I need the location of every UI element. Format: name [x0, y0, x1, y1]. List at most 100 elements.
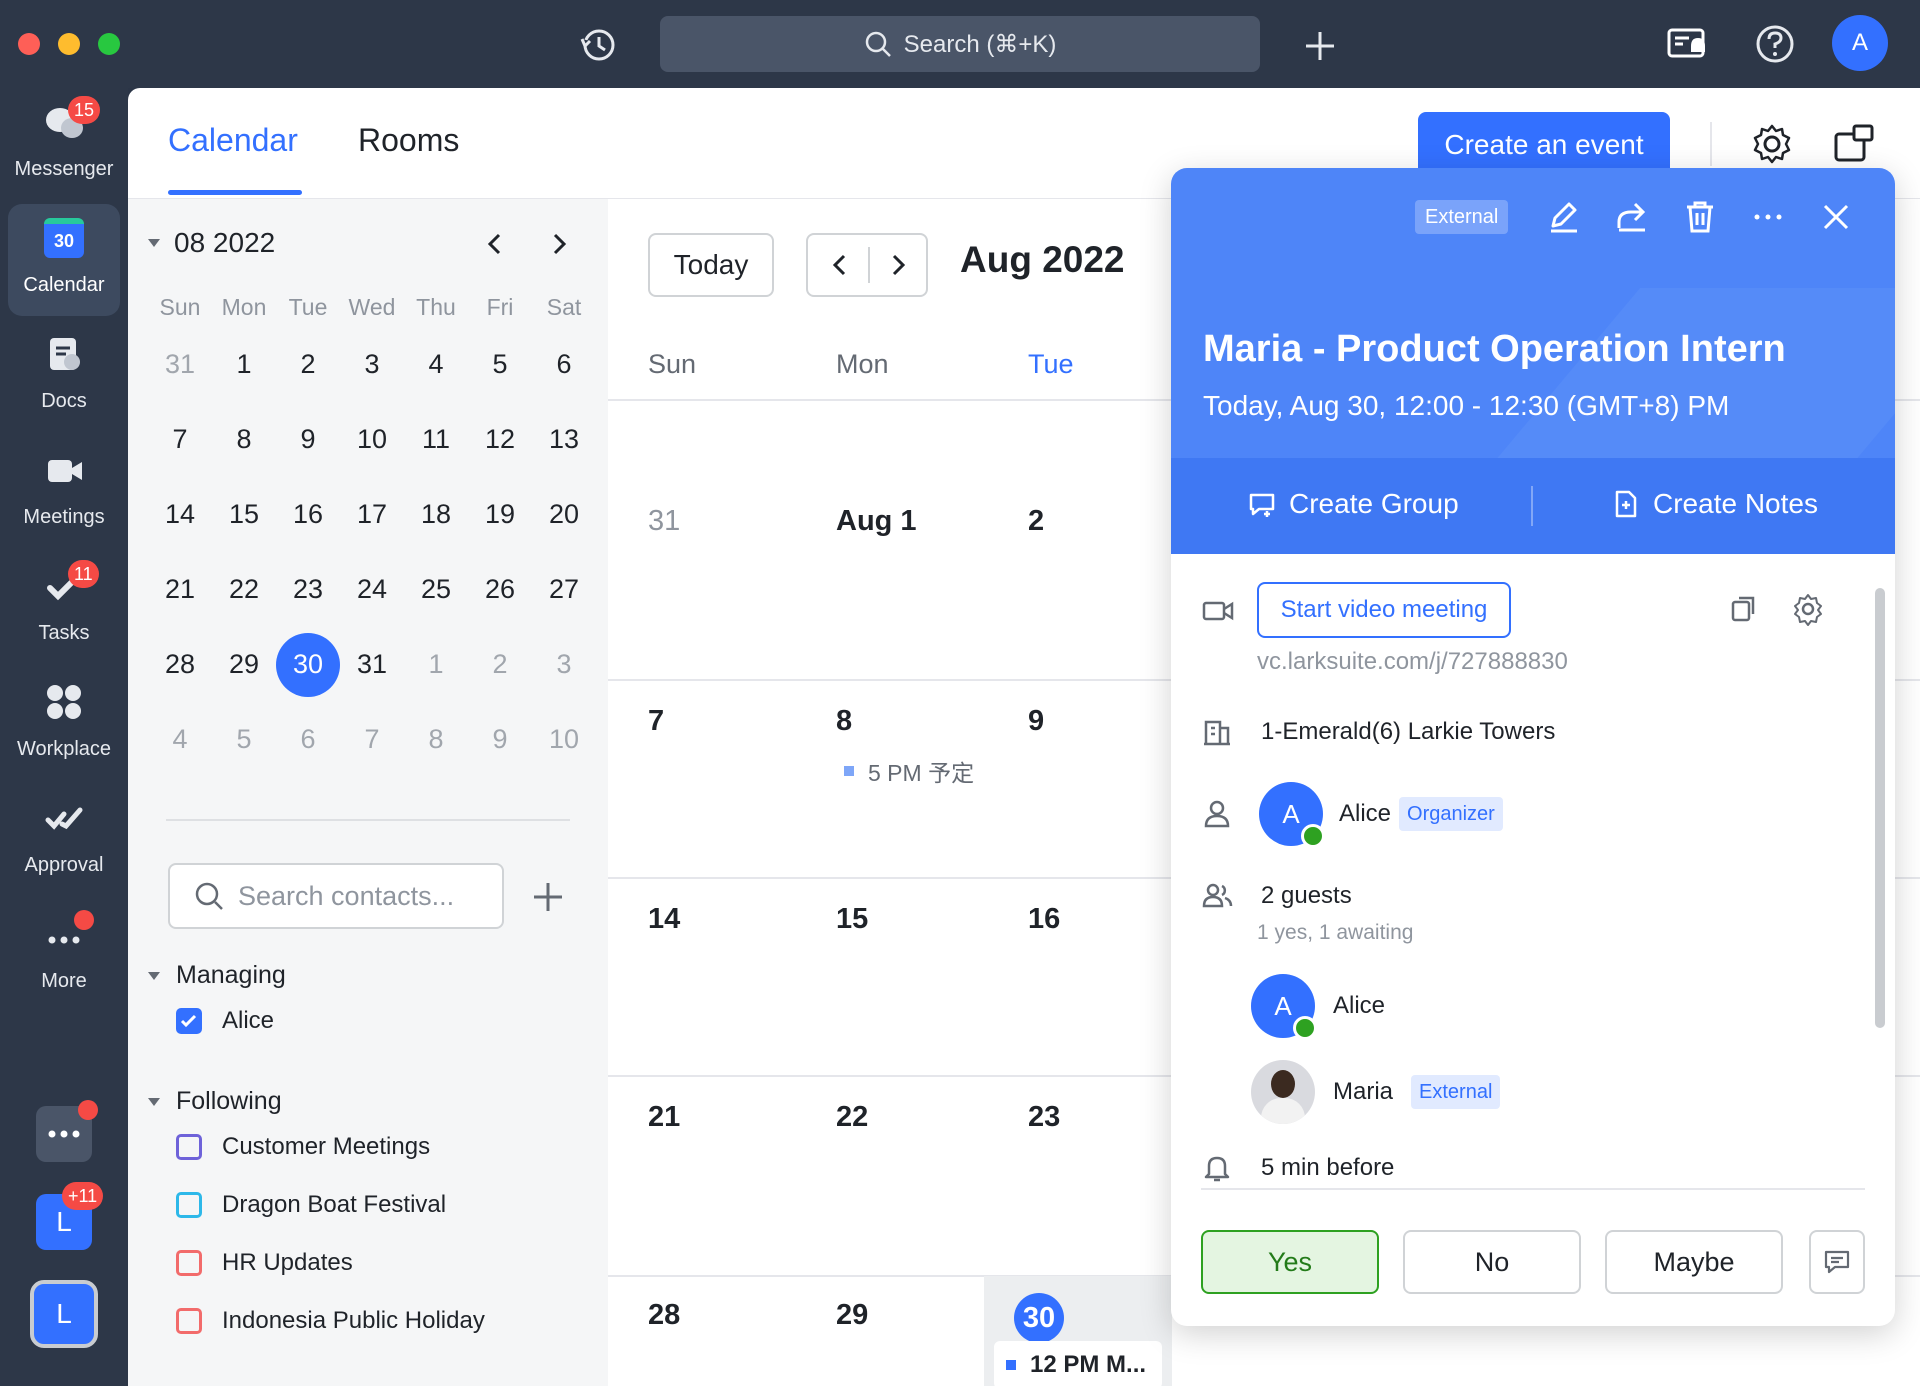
mini-day[interactable]: 20	[532, 483, 596, 547]
day-cell-number[interactable]: 7	[648, 705, 664, 738]
more-options-icon[interactable]	[1749, 198, 1787, 236]
create-group-button[interactable]: Create Group	[1247, 488, 1459, 520]
share-icon[interactable]	[1613, 198, 1651, 236]
copy-icon[interactable]	[1727, 592, 1761, 626]
day-cell-number[interactable]: 22	[836, 1101, 868, 1134]
mini-day[interactable]: 15	[212, 483, 276, 547]
chevron-right-icon[interactable]	[882, 249, 914, 281]
create-notes-button[interactable]: Create Notes	[1611, 488, 1818, 520]
rsvp-no-button[interactable]: No	[1403, 1230, 1581, 1294]
day-cell-number[interactable]: 21	[648, 1101, 680, 1134]
day-cell-number[interactable]: 16	[1028, 903, 1060, 936]
day-cell-number[interactable]: 8	[836, 705, 852, 738]
guest-item[interactable]: Maria External	[1251, 1060, 1501, 1124]
plus-icon[interactable]	[1300, 26, 1340, 66]
chevron-right-icon[interactable]	[542, 227, 576, 261]
checkbox-checked[interactable]	[176, 1008, 202, 1034]
calendar-item-alice[interactable]: Alice	[176, 1007, 274, 1035]
mini-day[interactable]: 22	[212, 558, 276, 622]
mini-day[interactable]: 4	[148, 708, 212, 772]
mini-day[interactable]: 31	[340, 633, 404, 697]
popup-scrollbar[interactable]	[1875, 588, 1885, 1028]
checkbox-unchecked[interactable]	[176, 1250, 202, 1276]
mini-day[interactable]: 13	[532, 408, 596, 472]
checkbox-unchecked[interactable]	[176, 1192, 202, 1218]
checkbox-unchecked[interactable]	[176, 1308, 202, 1334]
search-bar[interactable]: Search (⌘+K)	[660, 16, 1260, 72]
calendar-item-customer-meetings[interactable]: Customer Meetings	[176, 1133, 430, 1161]
start-video-meeting-button[interactable]: Start video meeting	[1257, 582, 1511, 638]
mini-day[interactable]: 28	[148, 633, 212, 697]
nav-tasks[interactable]: 11 Tasks	[8, 552, 120, 664]
mini-day[interactable]: 18	[404, 483, 468, 547]
mini-day[interactable]: 12	[468, 408, 532, 472]
nav-workplace[interactable]: Workplace	[8, 668, 120, 780]
day-cell-number[interactable]: 28	[648, 1299, 680, 1332]
calendar-item-hr-updates[interactable]: HR Updates	[176, 1249, 353, 1277]
trash-icon[interactable]	[1681, 198, 1719, 236]
mini-day[interactable]: 6	[276, 708, 340, 772]
settings-gear-icon[interactable]	[1750, 122, 1794, 166]
day-cell-today[interactable]: 30	[1014, 1293, 1064, 1343]
mini-day[interactable]: 7	[340, 708, 404, 772]
mini-day[interactable]: 21	[148, 558, 212, 622]
notification-icon[interactable]	[1665, 22, 1709, 66]
managing-section-toggle[interactable]: Managing	[146, 961, 286, 990]
day-cell-number[interactable]: 14	[648, 903, 680, 936]
mini-calendar-title[interactable]: 08 2022	[146, 227, 275, 259]
nav-approval[interactable]: Approval	[8, 784, 120, 896]
mini-day[interactable]: 6	[532, 333, 596, 397]
mini-day[interactable]: 2	[276, 333, 340, 397]
tab-calendar[interactable]: Calendar	[168, 122, 298, 159]
tab-rooms[interactable]: Rooms	[358, 122, 459, 159]
day-cell-number[interactable]: 15	[836, 903, 868, 936]
current-workspace[interactable]: L	[30, 1280, 98, 1348]
mini-day[interactable]: 25	[404, 558, 468, 622]
checkbox-unchecked[interactable]	[176, 1134, 202, 1160]
edit-pencil-icon[interactable]	[1545, 198, 1583, 236]
chevron-left-icon[interactable]	[478, 227, 512, 261]
day-cell-number[interactable]: 31	[648, 505, 680, 538]
close-icon[interactable]	[1817, 198, 1855, 236]
event-aug30[interactable]: 12 PM M...	[994, 1341, 1162, 1386]
mini-day[interactable]: 5	[212, 708, 276, 772]
mini-day[interactable]: 9	[276, 408, 340, 472]
meeting-settings-icon[interactable]	[1791, 592, 1825, 626]
day-cell-number[interactable]: Aug 1	[836, 505, 917, 538]
mini-day[interactable]: 10	[532, 708, 596, 772]
minimize-window-button[interactable]	[58, 33, 80, 55]
mini-day[interactable]: 4	[404, 333, 468, 397]
search-contacts-input[interactable]: Search contacts...	[168, 863, 504, 929]
day-cell-number[interactable]: 2	[1028, 505, 1044, 538]
day-cell-number[interactable]: 9	[1028, 705, 1044, 738]
event-aug8[interactable]: 5 PM 予定	[844, 754, 974, 788]
guests-row[interactable]: 2 guests	[1201, 880, 1352, 912]
nav-messenger[interactable]: 15 Messenger	[8, 88, 120, 200]
mini-day-today[interactable]: 30	[276, 632, 340, 697]
rsvp-comment-button[interactable]	[1809, 1230, 1865, 1294]
help-icon[interactable]	[1753, 22, 1797, 66]
add-calendar-icon[interactable]	[528, 877, 568, 917]
mini-day[interactable]: 1	[404, 633, 468, 697]
nav-calendar[interactable]: 30 Calendar	[8, 204, 120, 316]
mini-day[interactable]: 3	[340, 333, 404, 397]
mini-day[interactable]: 24	[340, 558, 404, 622]
mini-day[interactable]: 8	[404, 708, 468, 772]
following-section-toggle[interactable]: Following	[146, 1087, 282, 1116]
calendar-item-dragon-boat[interactable]: Dragon Boat Festival	[176, 1191, 446, 1219]
close-window-button[interactable]	[18, 33, 40, 55]
day-cell-number[interactable]: 29	[836, 1299, 868, 1332]
mini-day[interactable]: 9	[468, 708, 532, 772]
new-window-icon[interactable]	[1832, 122, 1876, 166]
user-avatar[interactable]: A	[1832, 15, 1888, 71]
nav-more[interactable]: More	[8, 900, 120, 1012]
organizer-avatar[interactable]: A	[1259, 782, 1325, 848]
calendar-item-indonesia-holiday[interactable]: Indonesia Public Holiday	[176, 1307, 485, 1335]
mini-day[interactable]: 3	[532, 633, 596, 697]
mini-day[interactable]: 27	[532, 558, 596, 622]
mini-day[interactable]: 14	[148, 483, 212, 547]
guest-item[interactable]: A Alice	[1251, 974, 1385, 1040]
mini-day[interactable]: 5	[468, 333, 532, 397]
mini-day[interactable]: 11	[404, 408, 468, 472]
meeting-link[interactable]: vc.larksuite.com/j/727888830	[1257, 648, 1568, 676]
